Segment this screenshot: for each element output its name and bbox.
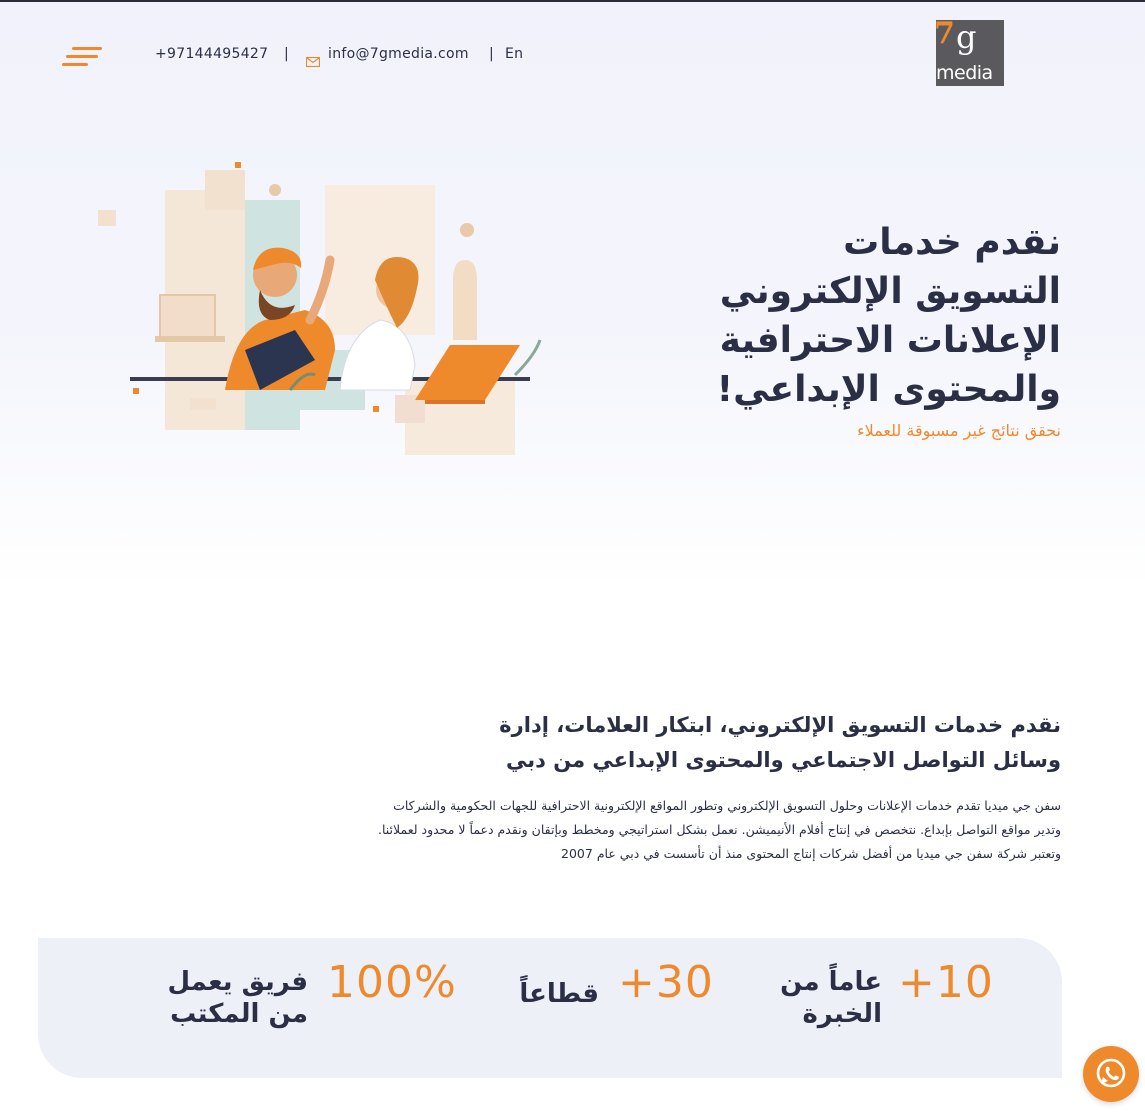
intro-title-line: وسائل التواصل الاجتماعي والمحتوى الإبداع… xyxy=(505,748,1061,772)
intro-body-line: وتدير مواقع التواصل بإبداع. نتخصص في إنت… xyxy=(377,822,1061,837)
stat-number: +10 xyxy=(898,957,994,1008)
hero-title-line: نقدم خدمات xyxy=(843,222,1061,263)
stat-label-line: فريق يعمل xyxy=(167,967,308,997)
hero-subtitle: نحقق نتائج غير مسبوقة للعملاء xyxy=(857,421,1061,440)
stat-label: فريق يعمل من المكتب xyxy=(167,966,308,1030)
stat-label: عاماً من الخبرة xyxy=(780,966,882,1030)
whatsapp-icon xyxy=(1096,1058,1126,1088)
hero-title: نقدم خدمات التسويق الإلكتروني الإعلانات … xyxy=(641,218,1061,414)
hamburger-menu-icon[interactable] xyxy=(62,44,104,70)
logo-g: g xyxy=(956,18,977,56)
intro-body-line: سفن جي ميديا تقدم خدمات الإعلانات وحلول … xyxy=(393,798,1061,813)
stat-label-line: قطاعاً xyxy=(519,979,599,1009)
hero-title-line: الإعلانات الاحترافية xyxy=(719,320,1061,361)
logo-seven: 7 xyxy=(934,16,955,51)
logo[interactable]: 7 g media xyxy=(934,16,1004,86)
phone-link[interactable]: +97144495427 xyxy=(155,46,268,62)
stat-label-line: من المكتب xyxy=(170,999,308,1029)
stat-label: قطاعاً xyxy=(519,978,599,1010)
intro-title-line: نقدم خدمات التسويق الإلكتروني، ابتكار ال… xyxy=(499,713,1061,737)
hero-title-line: والمحتوى الإبداعي! xyxy=(716,369,1061,410)
language-switch[interactable]: En xyxy=(505,46,523,62)
envelope-icon xyxy=(305,52,321,68)
intro-body: سفن جي ميديا تقدم خدمات الإعلانات وحلول … xyxy=(301,794,1061,866)
stat-number: +30 xyxy=(618,957,714,1008)
stat-number: 100% xyxy=(327,957,457,1008)
intro-title: نقدم خدمات التسويق الإلكتروني، ابتكار ال… xyxy=(421,708,1061,778)
separator: | xyxy=(489,46,494,62)
logo-word: media xyxy=(936,62,993,84)
stat-label-line: عاماً من xyxy=(780,967,882,997)
intro-body-line: وتعتبر شركة سفن جي ميديا من أفضل شركات إ… xyxy=(561,846,1061,861)
email-link[interactable]: info@7gmedia.com xyxy=(328,46,469,62)
stat-label-line: الخبرة xyxy=(802,999,882,1029)
separator: | xyxy=(284,46,289,62)
whatsapp-button[interactable] xyxy=(1083,1046,1139,1102)
hero-title-line: التسويق الإلكتروني xyxy=(719,271,1061,312)
hero-illustration xyxy=(98,162,542,455)
